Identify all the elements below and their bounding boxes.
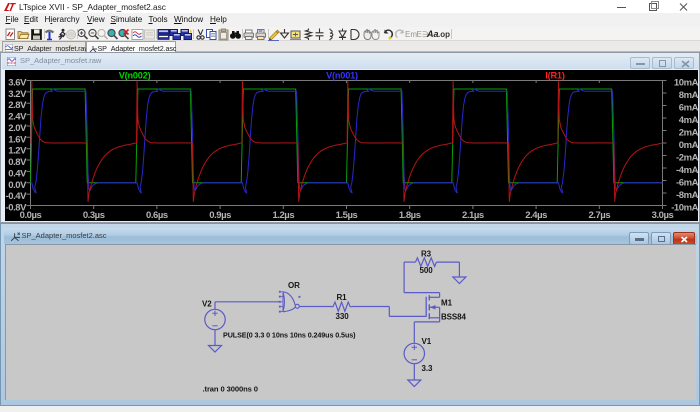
svg-text:V1: V1 [422, 337, 432, 346]
svg-text:PULSE(0 3.3 0 10ns 10ns 0.249u: PULSE(0 3.3 0 10ns 10ns 0.249us 0.5us) [223, 331, 356, 340]
svg-text:V2: V2 [202, 300, 212, 309]
svg-text:M1: M1 [441, 299, 453, 308]
svg-text:3.3: 3.3 [422, 364, 433, 373]
svg-text:BSS84: BSS84 [441, 313, 466, 322]
svg-text:R3: R3 [421, 250, 432, 259]
svg-text:330: 330 [336, 312, 350, 321]
svg-text:.tran 0 3000ns 0: .tran 0 3000ns 0 [203, 385, 258, 394]
svg-text:OR: OR [288, 281, 300, 290]
svg-text:R1: R1 [337, 293, 348, 302]
svg-text:500: 500 [420, 266, 434, 275]
